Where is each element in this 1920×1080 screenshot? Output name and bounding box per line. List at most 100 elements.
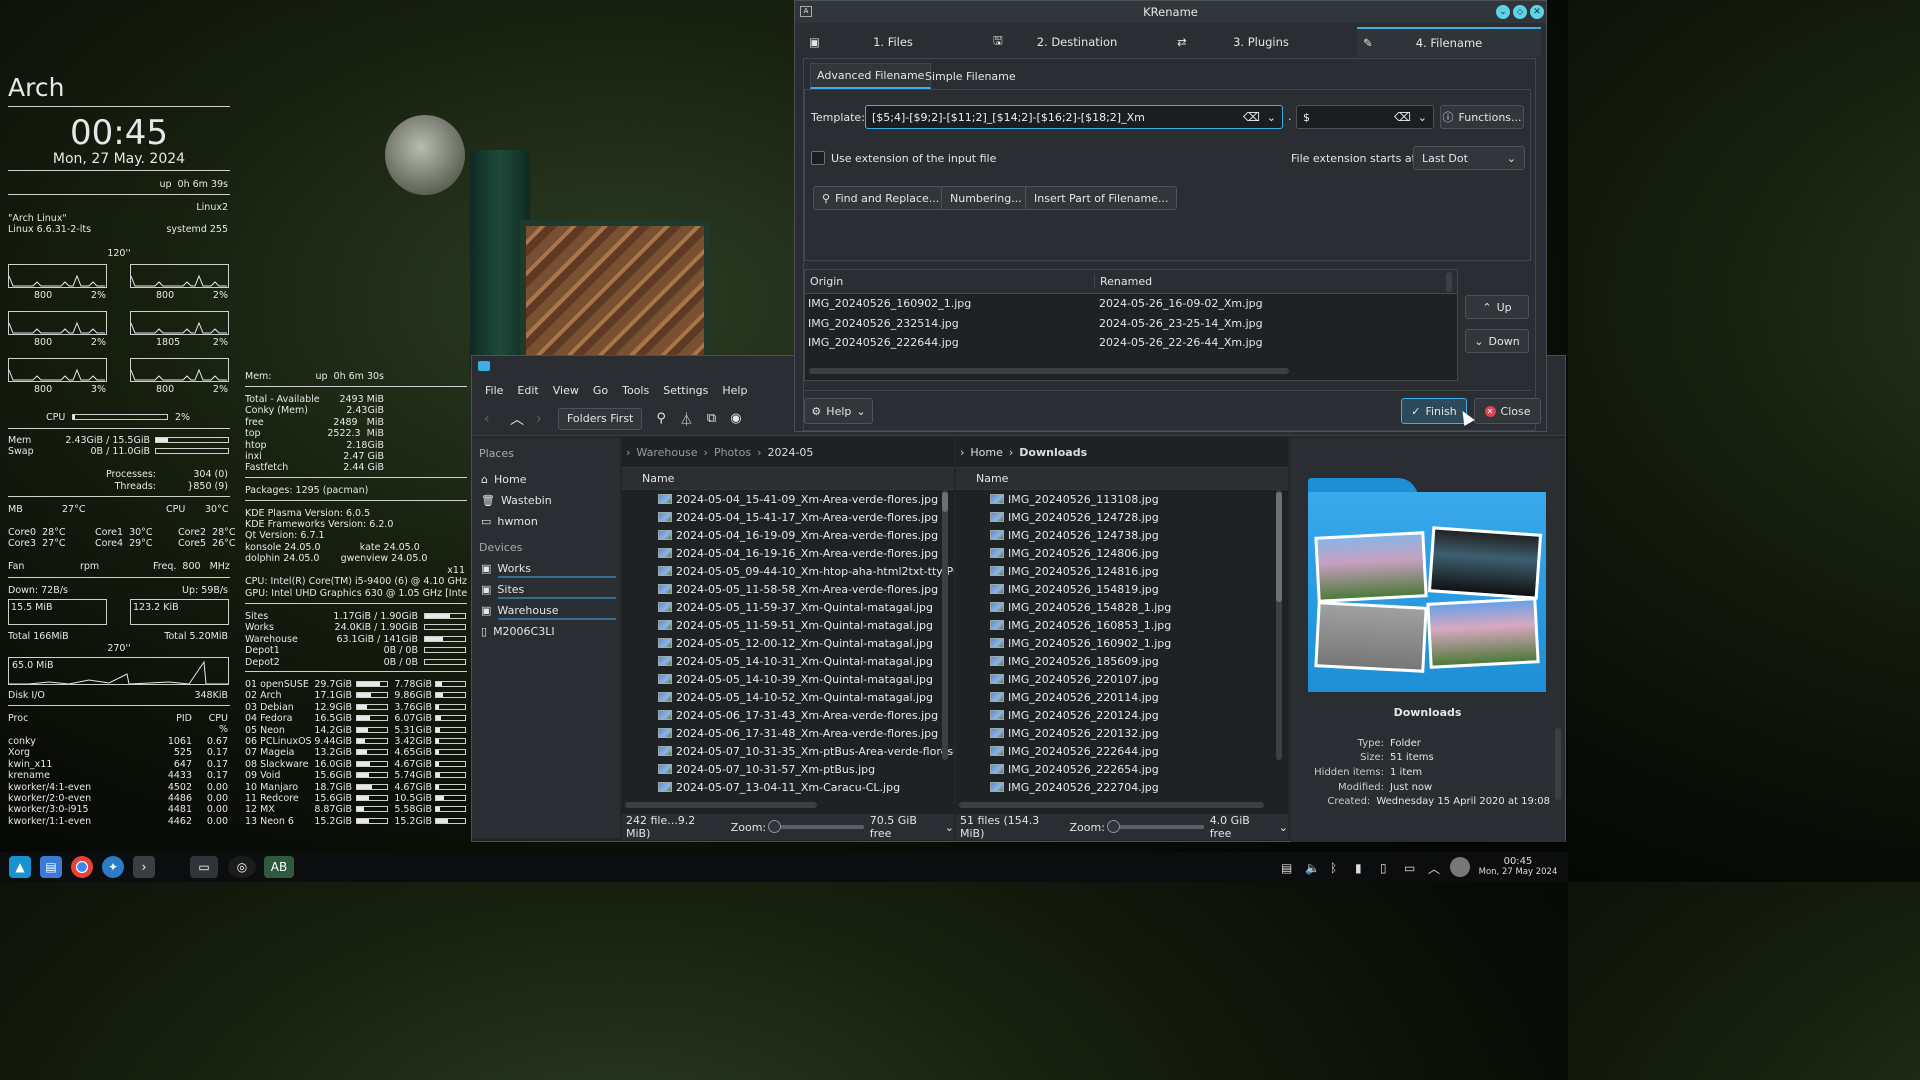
bluetooth-icon[interactable]: ᛒ [1330,861,1337,875]
file-item[interactable]: IMG_20240526_124738.jpg [990,526,1288,544]
template-input[interactable]: [$5;4]-[$9;2]-[$11;2]_[$14;2]-[$16;2]-[$… [865,105,1283,129]
move-up-button[interactable]: ⌃ Up [1465,295,1529,319]
right-hscroll[interactable] [959,802,1264,808]
file-item[interactable]: IMG_20240526_222654.jpg [990,760,1288,778]
file-item[interactable]: 2024-05-05_14-10-31_Xm-Quintal-matagal.j… [658,652,954,670]
breadcrumb-item[interactable]: Downloads [1019,446,1087,459]
subtab-simple[interactable]: Simple Filename [919,63,1022,89]
breadcrumb-item[interactable]: 2024-05 [767,446,813,459]
clipboard-icon[interactable]: ▤ [1281,861,1292,875]
origin-column-header[interactable]: Origin [805,275,1095,288]
tab-destination[interactable]: 🖫 2. Destination [987,27,1167,57]
menu-go[interactable]: Go [586,384,615,397]
task-chrome[interactable]: ◎ [228,856,256,878]
file-item[interactable]: 2024-05-07_10-31-57_Xm-ptBus.jpg [658,760,954,778]
extension-dropdown-icon[interactable]: ⌄ [1418,111,1427,124]
close-button[interactable]: ✕ Close [1474,398,1541,424]
file-item[interactable]: 2024-05-05_14-10-39_Xm-Quintal-matagal.j… [658,670,954,688]
file-item[interactable]: IMG_20240526_220107.jpg [990,670,1288,688]
file-item[interactable]: 2024-05-05_11-58-58_Xm-Area-verde-flores… [658,580,954,598]
split-view-icon[interactable]: ⧉ [707,411,716,426]
file-item[interactable]: 2024-05-04_16-19-09_Xm-Area-verde-flores… [658,526,954,544]
file-item[interactable]: 2024-05-05_11-59-51_Xm-Quintal-matagal.j… [658,616,954,634]
move-down-button[interactable]: ⌄ Down [1465,329,1529,353]
insert-part-button[interactable]: Insert Part of Filename... [1025,186,1178,210]
folders-first-button[interactable]: Folders First [558,407,643,430]
preview-hscroll[interactable] [809,368,1289,374]
file-item[interactable]: IMG_20240526_220114.jpg [990,688,1288,706]
chrome-launcher-icon[interactable] [71,856,93,878]
close-icon[interactable]: ✕ [1530,5,1544,19]
renamed-column-header[interactable]: Renamed [1095,275,1152,288]
konsole-launcher-icon[interactable]: › [133,856,155,878]
clear-extension-icon[interactable]: ⌫ [1394,110,1411,124]
menu-help[interactable]: Help [715,384,754,397]
file-item[interactable]: 2024-05-05_09-44-10_Xm-htop-aha-html2txt… [658,562,954,580]
subtab-advanced[interactable]: Advanced Filename [810,63,932,89]
file-item[interactable]: IMG_20240526_113108.jpg [990,490,1288,508]
file-item[interactable]: IMG_20240526_154828_1.jpg [990,598,1288,616]
dolphin-launcher-icon[interactable]: ▤ [40,856,62,878]
functions-button[interactable]: ⓘ Functions... [1440,105,1524,129]
file-item[interactable]: 2024-05-06_17-31-43_Xm-Area-verde-flores… [658,706,954,724]
right-free-chevron-icon[interactable]: ⌄ [1279,821,1288,834]
file-item[interactable]: 2024-05-05_14-10-52_Xm-Quintal-matagal.j… [658,688,954,706]
preview-vscroll[interactable] [1446,272,1452,292]
battery-icon[interactable]: ▮ [1355,861,1362,875]
file-item[interactable]: IMG_20240526_222704.jpg [990,778,1288,796]
file-item[interactable]: 2024-05-04_15-41-09_Xm-Area-verde-flores… [658,490,954,508]
file-item[interactable]: 2024-05-05_11-59-37_Xm-Quintal-matagal.j… [658,598,954,616]
device-item[interactable]: ▣ Warehouse [472,600,620,621]
file-item[interactable]: IMG_20240526_185609.jpg [990,652,1288,670]
up-icon[interactable]: ︿ [510,409,528,429]
menu-view[interactable]: View [546,384,586,397]
file-item[interactable]: IMG_20240526_160853_1.jpg [990,616,1288,634]
file-item[interactable]: IMG_20240526_124806.jpg [990,544,1288,562]
taskbar-date[interactable]: Mon, 27 May 2024 [1476,867,1560,877]
clear-template-icon[interactable]: ⌫ [1243,110,1260,124]
menu-file[interactable]: File [478,384,510,397]
place-item[interactable]: ▭ hwmon [472,511,620,532]
tab-filename[interactable]: ✎ 4. Filename [1357,27,1541,57]
place-item[interactable]: 🗑 Wastebin [472,490,620,511]
minimize-icon[interactable]: ⌄ [1496,5,1510,19]
find-replace-button[interactable]: ⚲ Find and Replace... [813,186,949,210]
file-item[interactable]: 2024-05-05_12-00-12_Xm-Quintal-matagal.j… [658,634,954,652]
file-item[interactable]: 2024-05-07_13-04-11_Xm-Caracu-CL.jpg [658,778,954,796]
task-dolphin[interactable]: ▭ [190,856,218,878]
left-column-name[interactable]: Name [622,468,954,490]
preview-icon[interactable]: ◉ [730,411,741,426]
file-item[interactable]: 2024-05-07_10-31-35_Xm-ptBus-Area-verde-… [658,742,954,760]
task-krename[interactable]: AB [264,856,294,878]
file-item[interactable]: IMG_20240526_220124.jpg [990,706,1288,724]
file-item[interactable]: IMG_20240526_220132.jpg [990,724,1288,742]
menu-tools[interactable]: Tools [615,384,656,397]
left-vscroll[interactable] [942,490,948,760]
file-item[interactable]: IMG_20240526_124816.jpg [990,562,1288,580]
tray-expand-icon[interactable]: ︿ [1428,860,1440,877]
maximize-icon[interactable]: ◇ [1513,5,1527,19]
breadcrumb-item[interactable]: Photos [714,446,751,459]
network-icon[interactable]: ▭ [1404,861,1415,875]
device-item[interactable]: ▯ M2006C3LI [472,621,620,642]
browser-launcher-icon[interactable]: ✦ [102,856,124,878]
device-icon[interactable]: ▯ [1380,861,1387,875]
left-free-space[interactable]: 70.5 GiB free [870,814,939,840]
taskbar-time[interactable]: 00:45 [1476,856,1560,867]
breadcrumb-item[interactable]: Home [970,446,1002,459]
preview-row[interactable]: IMG_20240526_232514.jpg 2024-05-26_23-25-… [805,314,1457,334]
left-free-chevron-icon[interactable]: ⌄ [945,821,954,834]
right-column-name[interactable]: Name [956,468,1288,490]
device-item[interactable]: ▣ Sites [472,579,620,600]
avatar[interactable] [1450,857,1470,877]
tab-files[interactable]: ▣ 1. Files [803,27,983,57]
info-vscroll[interactable] [1555,728,1561,800]
left-hscroll[interactable] [625,802,817,808]
file-item[interactable]: 2024-05-06_17-31-48_Xm-Area-verde-flores… [658,724,954,742]
right-free-space[interactable]: 4.0 GiB free [1210,814,1273,840]
template-dropdown-icon[interactable]: ⌄ [1267,111,1276,124]
device-item[interactable]: ▣ Works [472,558,620,579]
search-icon[interactable]: ⚲ [656,411,666,426]
right-zoom-slider[interactable] [1106,820,1204,833]
left-zoom-slider[interactable] [768,820,864,833]
